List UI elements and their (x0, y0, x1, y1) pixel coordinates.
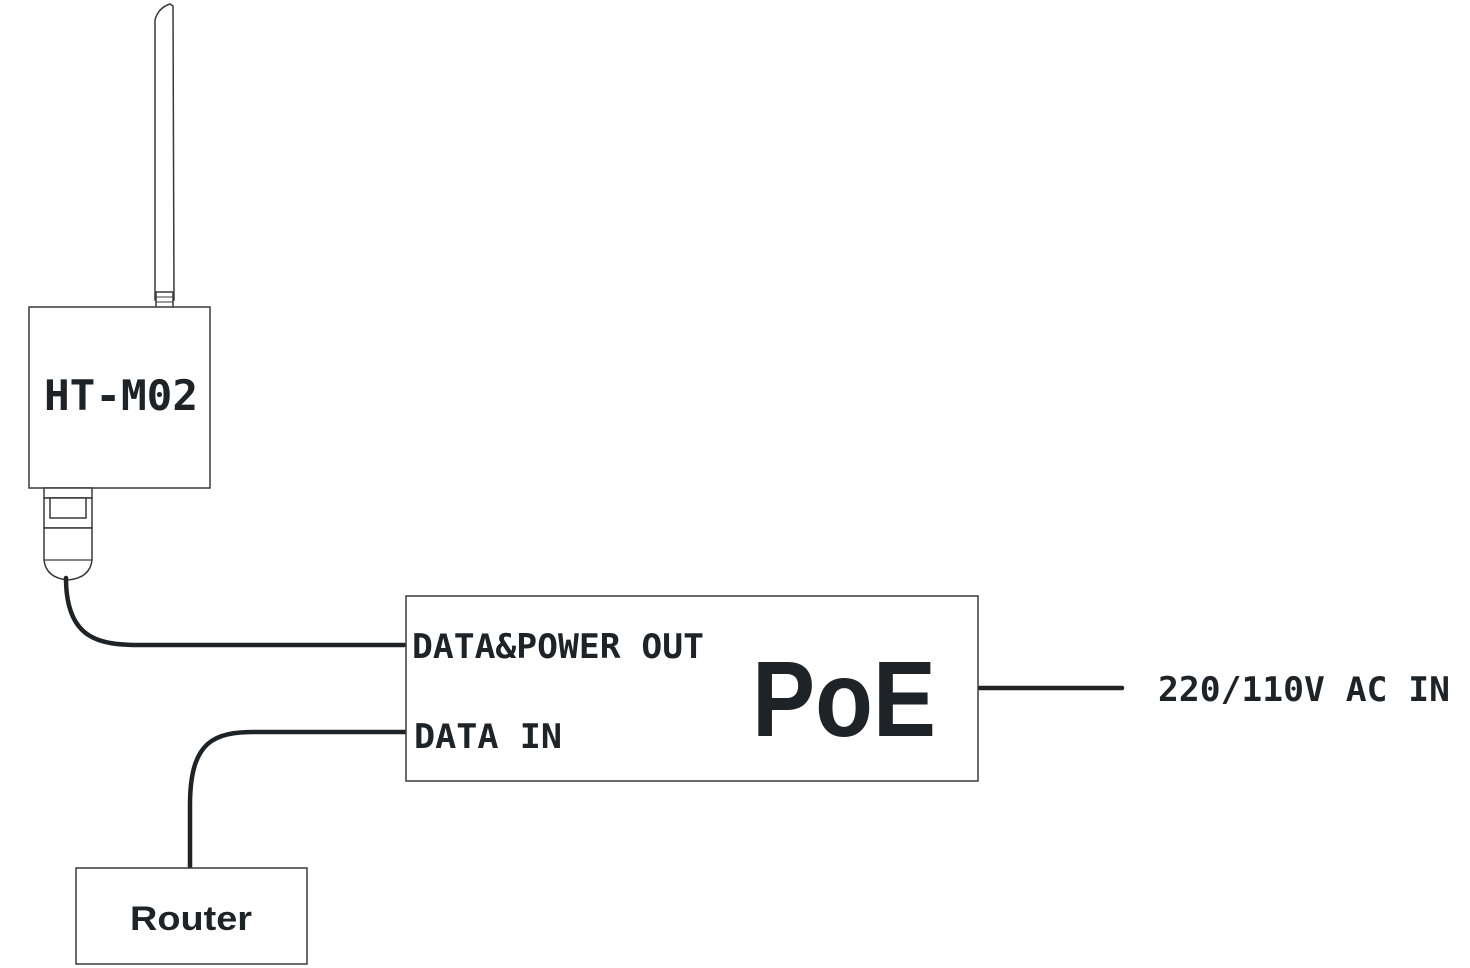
antenna (154, 3, 175, 309)
router-to-poe-cable (187, 729, 411, 871)
router-label: Router (130, 900, 252, 938)
power-input-label: 220/110V AC IN (1158, 670, 1450, 710)
device-to-poe-cable (63, 575, 407, 648)
poe-port-in-label: DATA IN (414, 717, 562, 757)
poe-wiring-diagram: HT-M02 DATA&POWER OUT DATA IN PoE 220/11… (28, 3, 1450, 965)
poe-port-out-label: DATA&POWER OUT (412, 627, 704, 667)
cable-gland-connector (43, 487, 93, 581)
device-model-label: HT-M02 (44, 371, 198, 420)
poe-title: PoE (752, 638, 936, 759)
